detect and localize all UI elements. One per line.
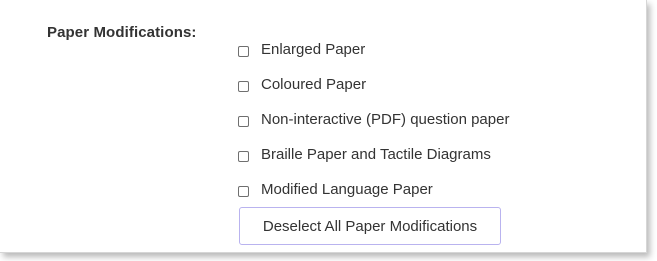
coloured-paper-checkbox[interactable] bbox=[238, 80, 249, 92]
braille-paper-checkbox[interactable] bbox=[238, 150, 249, 162]
option-label: Coloured Paper bbox=[261, 76, 367, 93]
option-label: Enlarged Paper bbox=[261, 41, 366, 58]
option-label: Modified Language Paper bbox=[261, 181, 433, 198]
option-label: Braille Paper and Tactile Diagrams bbox=[261, 146, 491, 163]
paper-modifications-label: Paper Modifications: bbox=[47, 24, 197, 41]
paper-modifications-options: Enlarged Paper Coloured Paper Non-intera… bbox=[238, 32, 509, 207]
option-modified-language-paper[interactable]: Modified Language Paper bbox=[238, 172, 509, 207]
modified-language-paper-checkbox[interactable] bbox=[238, 185, 249, 197]
option-label: Non-interactive (PDF) question paper bbox=[261, 111, 510, 128]
deselect-all-button[interactable]: Deselect All Paper Modifications bbox=[239, 207, 501, 245]
paper-modifications-panel: Paper Modifications: Enlarged Paper Colo… bbox=[0, 0, 647, 253]
non-interactive-pdf-paper-checkbox[interactable] bbox=[238, 115, 249, 127]
option-coloured-paper[interactable]: Coloured Paper bbox=[238, 67, 509, 102]
option-braille-paper[interactable]: Braille Paper and Tactile Diagrams bbox=[238, 137, 509, 172]
option-non-interactive-pdf-paper[interactable]: Non-interactive (PDF) question paper bbox=[238, 102, 509, 137]
enlarged-paper-checkbox[interactable] bbox=[238, 45, 249, 57]
option-enlarged-paper[interactable]: Enlarged Paper bbox=[238, 32, 509, 67]
